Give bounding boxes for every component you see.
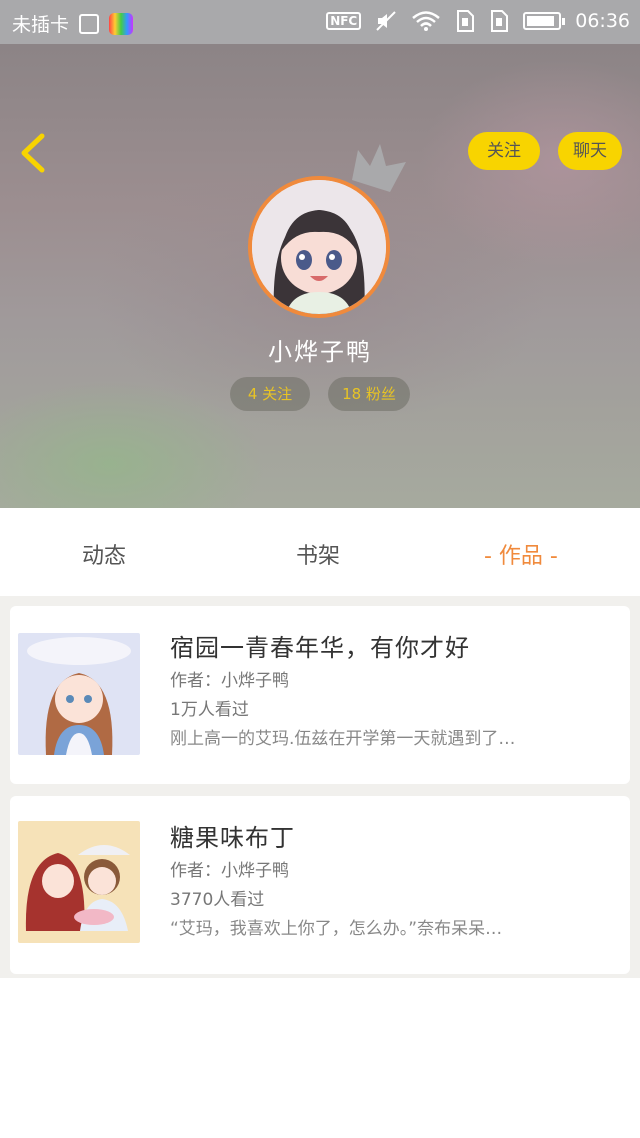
profile-header: 关注 聊天 小烨子鸭 4 关注 18 粉丝 — [0, 44, 640, 508]
clock: 06:36 — [575, 10, 630, 32]
book-cover-image — [18, 633, 140, 755]
mute-icon — [376, 11, 396, 31]
back-arrow-icon[interactable] — [14, 128, 54, 178]
work-title: 宿园一青春年华，有你才好 — [170, 634, 470, 662]
fans-count[interactable]: 18 粉丝 — [328, 377, 410, 411]
tab-dynamic[interactable]: 动态 — [82, 538, 126, 570]
work-author: 作者：小烨子鸭 — [170, 861, 289, 881]
list-item[interactable]: 宿园一青春年华，有你才好 作者：小烨子鸭 1万人看过 刚上高一的艾玛.伍兹在开学… — [10, 606, 630, 784]
tab-works[interactable]: - 作品 - — [484, 538, 558, 570]
sim-2-icon — [491, 10, 509, 32]
avatar-container — [248, 144, 406, 318]
nfc-icon: NFC — [326, 12, 362, 30]
work-author: 作者：小烨子鸭 — [170, 671, 289, 691]
username: 小烨子鸭 — [268, 338, 372, 366]
work-title: 糖果味布丁 — [170, 824, 295, 852]
follow-button[interactable]: 关注 — [468, 132, 540, 170]
battery-icon — [523, 12, 566, 30]
crown-icon — [352, 144, 406, 192]
status-bar: 未插卡 NFC 06:36 — [0, 0, 640, 44]
following-count[interactable]: 4 关注 — [230, 377, 310, 411]
chat-button[interactable]: 聊天 — [558, 132, 622, 170]
book-cover-image — [18, 821, 140, 943]
tab-bar: 动态 书架 - 作品 - — [0, 508, 640, 596]
carrier-text: 未插卡 — [12, 14, 70, 36]
work-views: 3770人看过 — [170, 890, 265, 910]
app-notification-icon — [109, 12, 134, 35]
wifi-icon — [412, 11, 441, 31]
work-summary: 刚上高一的艾玛.伍兹在开学第一天就遇到了… — [170, 729, 516, 749]
sim-1-icon — [457, 10, 475, 32]
work-summary: “艾玛，我喜欢上你了，怎么办。”奈布呆呆… — [170, 919, 503, 939]
tab-bookshelf[interactable]: 书架 — [296, 538, 340, 570]
list-item[interactable]: 糖果味布丁 作者：小烨子鸭 3770人看过 “艾玛，我喜欢上你了，怎么办。”奈布… — [10, 796, 630, 974]
work-views: 1万人看过 — [170, 700, 249, 720]
image-notification-icon — [79, 13, 100, 34]
